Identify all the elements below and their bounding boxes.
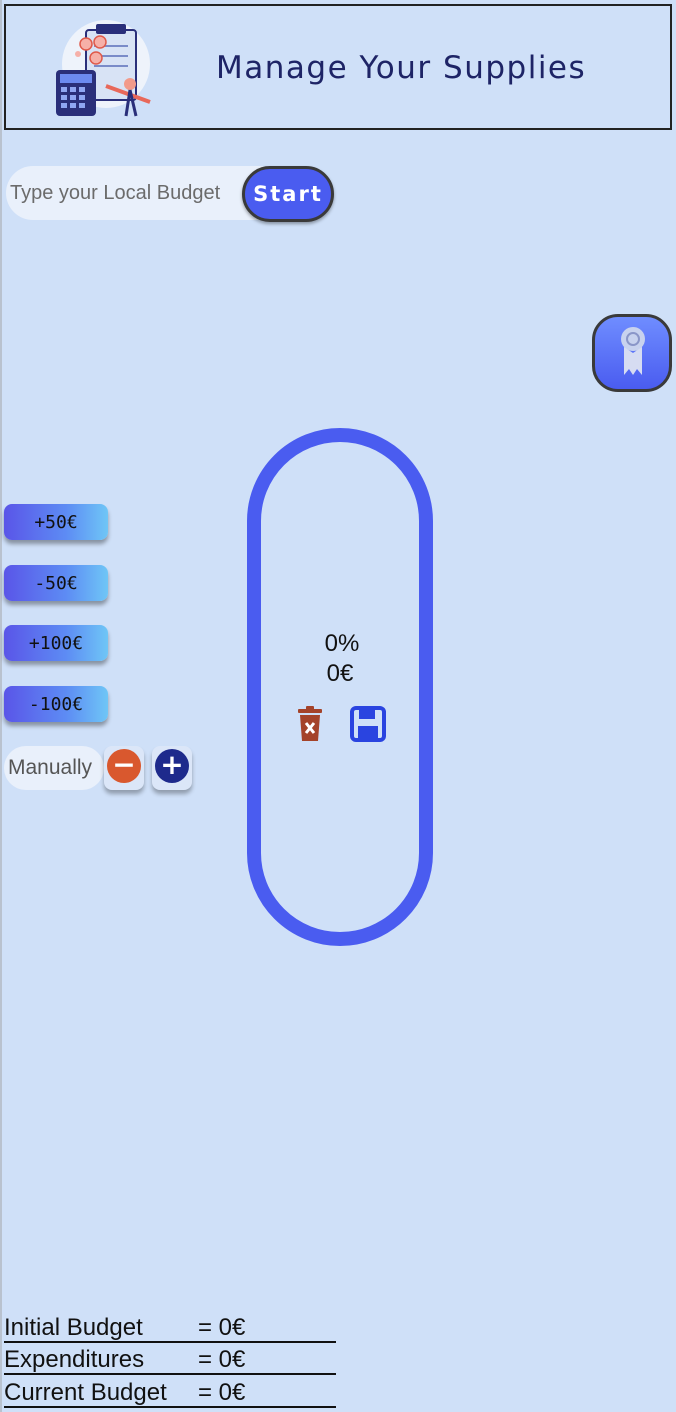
award-button[interactable]: [592, 314, 672, 392]
manual-minus-button[interactable]: −: [104, 746, 144, 790]
manual-amount-input[interactable]: [4, 746, 104, 790]
page-header: Manage Your Supplies: [4, 4, 672, 130]
page-title: Manage Your Supplies: [216, 50, 587, 86]
trash-icon[interactable]: [296, 706, 324, 742]
summary-label: Initial Budget: [4, 1314, 143, 1341]
summary-label: Current Budget: [4, 1379, 167, 1406]
add-50-button[interactable]: +50€: [4, 504, 108, 540]
subtract-100-button[interactable]: -100€: [4, 686, 108, 722]
award-icon: [621, 327, 645, 375]
summary-expenditures: Expenditures = 0€: [4, 1342, 336, 1375]
manual-plus-button[interactable]: +: [152, 746, 192, 790]
start-button[interactable]: Start: [242, 166, 334, 222]
summary-value: = 0€: [198, 1379, 246, 1406]
subtract-50-button[interactable]: -50€: [4, 565, 108, 601]
summary-value: = 0€: [198, 1314, 246, 1341]
supplies-logo: [56, 20, 151, 117]
save-icon[interactable]: [350, 706, 386, 742]
summary-initial-budget: Initial Budget = 0€: [4, 1310, 336, 1343]
add-100-button[interactable]: +100€: [4, 625, 108, 661]
plus-icon: +: [155, 749, 189, 783]
summary-label: Expenditures: [4, 1346, 145, 1373]
summary-current-budget: Current Budget = 0€: [4, 1375, 336, 1408]
gauge-percent: 0%: [324, 630, 360, 657]
summary-value: = 0€: [198, 1346, 246, 1373]
gauge-amount: 0€: [326, 660, 354, 687]
minus-icon: −: [107, 749, 141, 783]
